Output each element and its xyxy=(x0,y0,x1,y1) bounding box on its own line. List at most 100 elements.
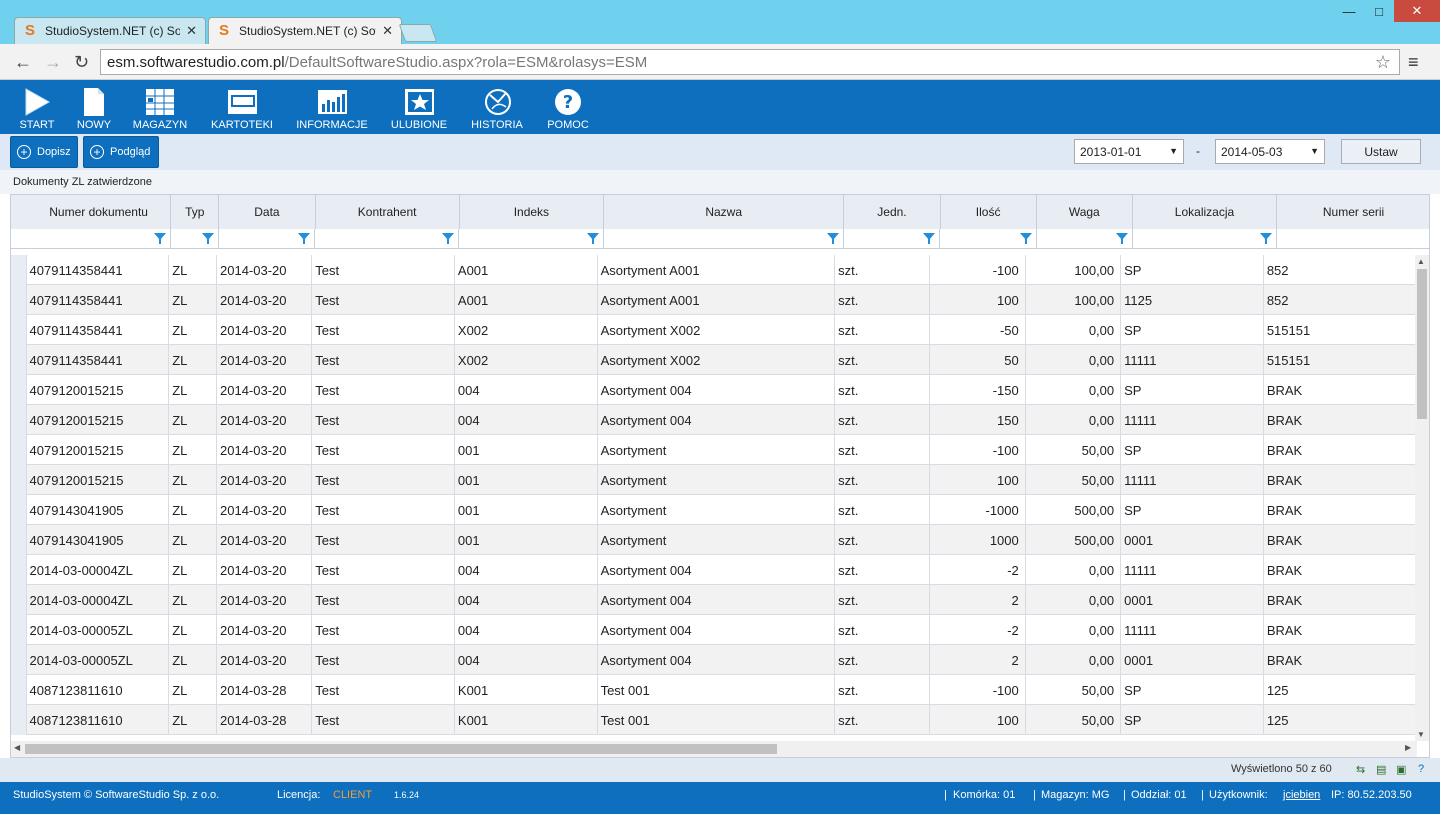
filter-cell-kontrahent[interactable] xyxy=(315,229,460,249)
row-selector[interactable] xyxy=(11,495,27,525)
filter-cell-ilosc[interactable] xyxy=(940,229,1037,249)
date-from-select[interactable]: 2013-01-01 ▼ xyxy=(1074,139,1184,164)
row-selector[interactable] xyxy=(11,435,27,465)
row-selector[interactable] xyxy=(11,585,27,615)
table-row[interactable]: 4087123811610 ZL 2014-03-28 Test K001 Test 00… xyxy=(11,675,1416,705)
toolbar-pomoc-button[interactable]: ? POMOC xyxy=(544,80,592,134)
table-row[interactable]: 4079143041905 ZL 2014-03-20 Test 001 Asortyme… xyxy=(11,525,1416,555)
column-header-ilosc[interactable]: Ilość xyxy=(941,195,1037,229)
user-link[interactable]: jciebien xyxy=(1283,789,1320,801)
column-header-kontrahent[interactable]: Kontrahent xyxy=(316,195,460,229)
column-header-waga[interactable]: Waga xyxy=(1037,195,1133,229)
toolbar-informacje-button[interactable]: INFORMACJE xyxy=(292,80,372,134)
new-tab-button[interactable] xyxy=(398,24,438,42)
filter-icon[interactable] xyxy=(923,233,936,244)
column-header-numer-serii[interactable]: Numer serii xyxy=(1277,195,1429,229)
print-icon[interactable]: ▣ xyxy=(1396,763,1410,777)
table-row[interactable]: 4079114358441 ZL 2014-03-20 Test A001 Asortym… xyxy=(11,255,1416,285)
scroll-right-icon[interactable]: ▶ xyxy=(1405,743,1411,752)
table-row[interactable]: 4079143041905 ZL 2014-03-20 Test 001 Asortyme… xyxy=(11,495,1416,525)
toolbar-historia-button[interactable]: HISTORIA xyxy=(464,80,530,134)
filter-icon[interactable] xyxy=(298,233,311,244)
filter-icon[interactable] xyxy=(1115,233,1128,244)
toolbar-ulubione-button[interactable]: ULUBIONE xyxy=(386,80,452,134)
filter-cell-numer-dokumentu[interactable] xyxy=(11,229,171,249)
date-to-select[interactable]: 2014-05-03 ▼ xyxy=(1215,139,1325,164)
row-selector[interactable] xyxy=(11,285,27,315)
filter-cell-jedn[interactable] xyxy=(844,229,941,249)
podglad-button[interactable]: + Podgląd xyxy=(83,136,159,168)
row-selector[interactable] xyxy=(11,525,27,555)
maximize-icon[interactable]: □ xyxy=(1364,0,1394,22)
table-row[interactable]: 4079114358441 ZL 2014-03-20 Test A001 Asortym… xyxy=(11,285,1416,315)
row-selector[interactable] xyxy=(11,315,27,345)
close-tab-icon[interactable]: ✕ xyxy=(186,23,197,39)
table-row[interactable]: 2014-03-00004ZL ZL 2014-03-20 Test 004 Asorty… xyxy=(11,555,1416,585)
row-selector[interactable] xyxy=(11,345,27,375)
table-row[interactable]: 4079120015215 ZL 2014-03-20 Test 001 Asortyme… xyxy=(11,435,1416,465)
table-row[interactable]: 4087123811610 ZL 2014-03-28 Test K001 Test 00… xyxy=(11,705,1416,735)
forward-icon[interactable]: → xyxy=(44,52,62,73)
table-row[interactable]: 4079120015215 ZL 2014-03-20 Test 004 Asortyme… xyxy=(11,405,1416,435)
filter-icon[interactable] xyxy=(586,233,599,244)
bookmark-star-icon[interactable]: ☆ xyxy=(1375,52,1391,73)
column-header-numer-dokumentu[interactable]: Numer dokumentu xyxy=(11,195,172,229)
scroll-left-icon[interactable]: ◀ xyxy=(14,743,20,752)
row-selector[interactable] xyxy=(11,405,27,435)
row-selector[interactable] xyxy=(11,615,27,645)
column-header-lokalizacja[interactable]: Lokalizacja xyxy=(1133,195,1278,229)
filter-cell-numer-serii[interactable] xyxy=(1277,229,1429,249)
help-small-icon[interactable]: ? xyxy=(1418,763,1432,777)
dopisz-button[interactable]: + Dopisz xyxy=(10,136,78,168)
table-row[interactable]: 4079114358441 ZL 2014-03-20 Test X002 Asortym… xyxy=(11,345,1416,375)
filter-cell-typ[interactable] xyxy=(171,229,219,249)
table-row[interactable]: 2014-03-00005ZL ZL 2014-03-20 Test 004 Asorty… xyxy=(11,645,1416,675)
filter-icon[interactable] xyxy=(201,233,214,244)
column-header-jedn[interactable]: Jedn. xyxy=(844,195,941,229)
filter-icon[interactable] xyxy=(1019,233,1032,244)
filter-icon[interactable] xyxy=(827,233,840,244)
back-icon[interactable]: ← xyxy=(14,52,32,73)
filter-cell-lokalizacja[interactable] xyxy=(1133,229,1278,249)
filter-icon[interactable] xyxy=(1260,233,1273,244)
row-selector[interactable] xyxy=(11,255,27,285)
table-row[interactable]: 4079114358441 ZL 2014-03-20 Test X002 Asortym… xyxy=(11,315,1416,345)
filter-icon[interactable] xyxy=(153,233,166,244)
url-field[interactable]: esm.softwarestudio.com.pl/DefaultSoftwar… xyxy=(100,49,1400,75)
browser-menu-icon[interactable]: ≡ xyxy=(1408,52,1419,73)
row-selector[interactable] xyxy=(11,375,27,405)
scroll-thumb[interactable] xyxy=(1417,269,1427,419)
table-row[interactable]: 4079120015215 ZL 2014-03-20 Test 004 Asortyme… xyxy=(11,375,1416,405)
ustaw-button[interactable]: Ustaw xyxy=(1341,139,1421,164)
row-selector[interactable] xyxy=(11,675,27,705)
toolbar-start-button[interactable]: START xyxy=(16,80,58,134)
filter-cell-data[interactable] xyxy=(219,229,316,249)
column-header-data[interactable]: Data xyxy=(219,195,316,229)
filter-cell-waga[interactable] xyxy=(1037,229,1133,249)
table-row[interactable]: 2014-03-00005ZL ZL 2014-03-20 Test 004 Asorty… xyxy=(11,615,1416,645)
row-selector[interactable] xyxy=(11,705,27,735)
toolbar-kartoteki-button[interactable]: KARTOTEKI xyxy=(206,80,278,134)
row-selector[interactable] xyxy=(11,465,27,495)
filter-cell-indeks[interactable] xyxy=(459,229,604,249)
column-header-nazwa[interactable]: Nazwa xyxy=(604,195,845,229)
scroll-thumb-horizontal[interactable] xyxy=(25,744,777,754)
browser-tab-2[interactable]: S StudioSystem.NET (c) Soft ✕ xyxy=(208,17,402,44)
window-close-icon[interactable]: ✕ xyxy=(1394,0,1440,22)
row-selector[interactable] xyxy=(11,645,27,675)
export-icon[interactable]: ▤ xyxy=(1376,763,1390,777)
refresh-icon[interactable]: ⇆ xyxy=(1356,763,1370,777)
scroll-down-icon[interactable]: ▼ xyxy=(1417,730,1425,739)
minimize-icon[interactable]: — xyxy=(1334,0,1364,22)
filter-icon[interactable] xyxy=(442,233,455,244)
close-tab-icon[interactable]: ✕ xyxy=(382,23,393,39)
toolbar-nowy-button[interactable]: NOWY xyxy=(74,80,114,134)
vertical-scrollbar[interactable]: ▲ ▼ xyxy=(1415,255,1429,741)
column-header-typ[interactable]: Typ xyxy=(171,195,220,229)
filter-cell-nazwa[interactable] xyxy=(604,229,845,249)
column-header-indeks[interactable]: Indeks xyxy=(460,195,604,229)
scroll-up-icon[interactable]: ▲ xyxy=(1417,257,1425,266)
toolbar-magazyn-button[interactable]: MAGAZYN xyxy=(130,80,190,134)
reload-icon[interactable]: ↻ xyxy=(74,52,89,73)
horizontal-scrollbar[interactable]: ◀ ▶ xyxy=(11,741,1417,757)
